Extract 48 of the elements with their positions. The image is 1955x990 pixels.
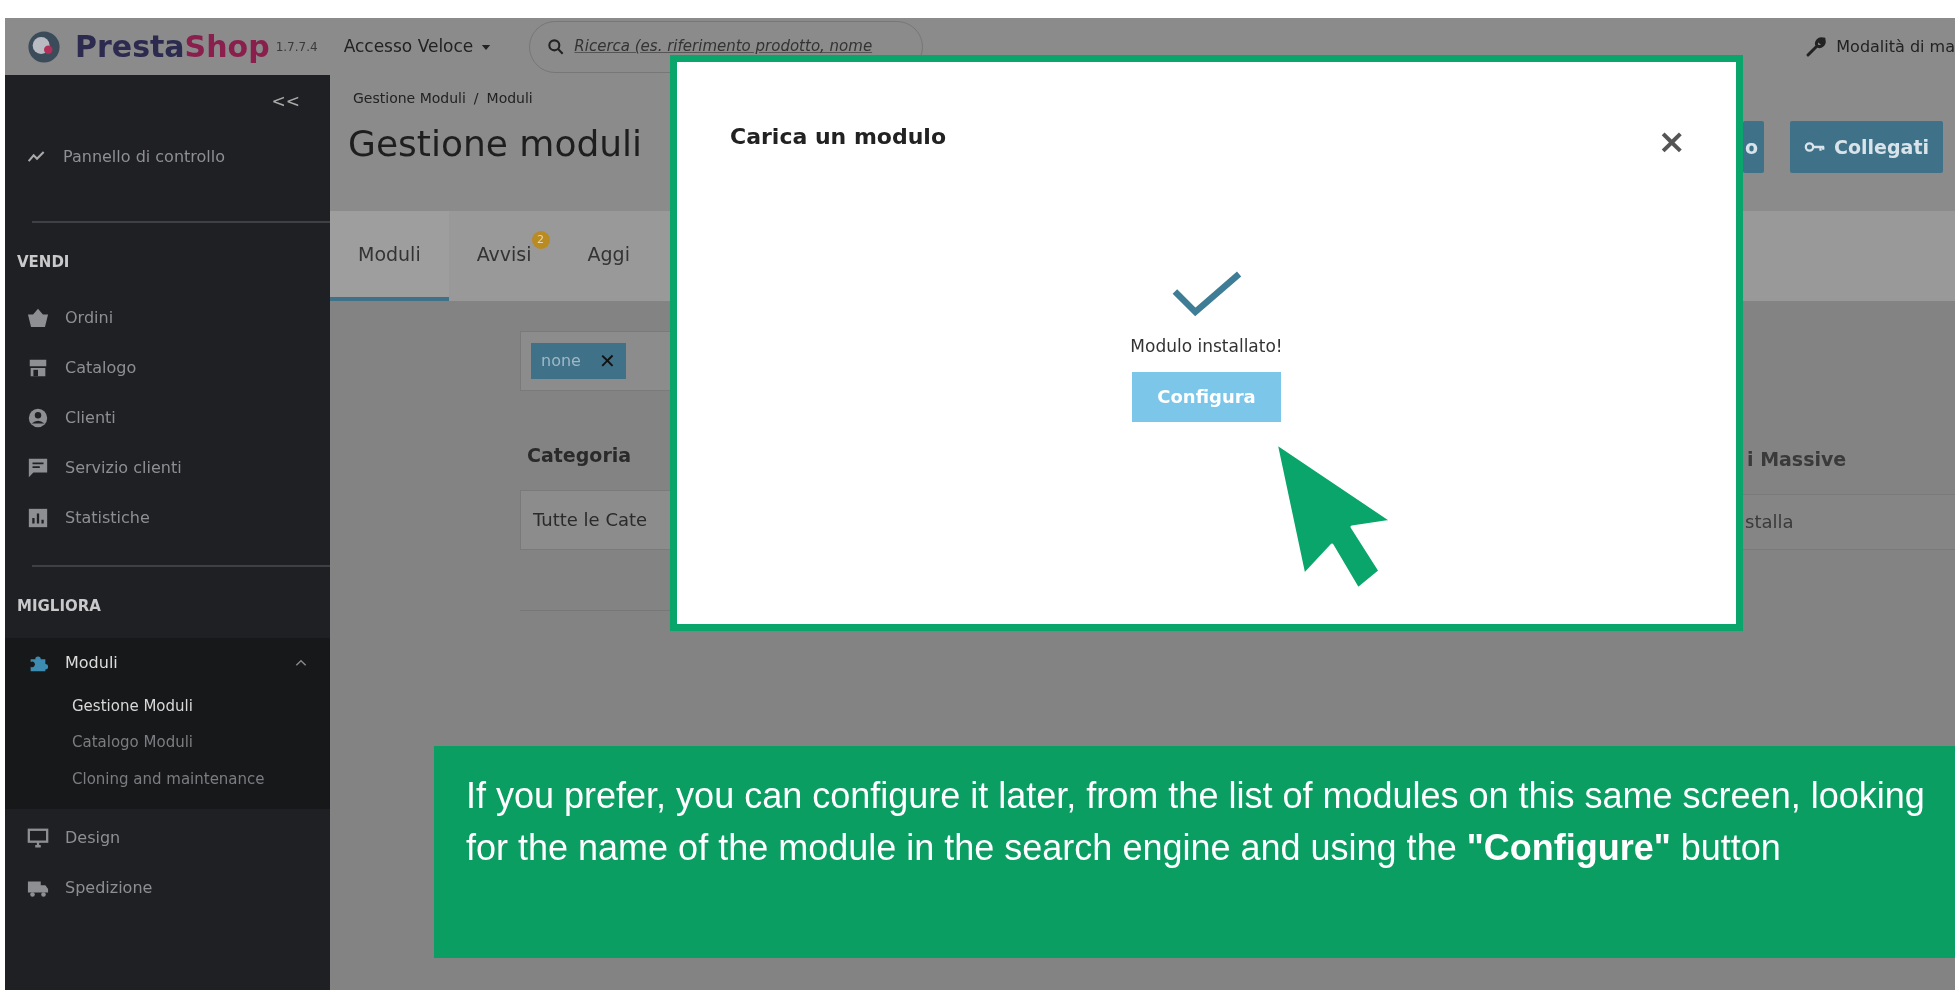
version-text: 1.7.7.4 (275, 38, 318, 56)
quick-access-dropdown[interactable]: Accesso Veloce (343, 33, 492, 60)
submenu-item[interactable]: Gestione Moduli (5, 687, 330, 724)
header-button[interactable]: o (1743, 121, 1765, 173)
sidebar-item[interactable]: Catalogo (65, 356, 137, 380)
bulk-action-select[interactable]: stalla (1743, 493, 1955, 550)
section-heading: MIGLIORA (16, 596, 102, 617)
tab[interactable]: Aggi (559, 211, 658, 301)
sidebar-item[interactable]: Servizio clienti (65, 456, 182, 480)
sidebar-item[interactable]: Moduli (65, 650, 118, 675)
success-message: Modulo installato! (1130, 335, 1283, 358)
sidebar-item[interactable]: Statistiche (65, 506, 150, 530)
breadcrumb-link[interactable]: Gestione Moduli (353, 88, 466, 109)
field-label: Categoria (527, 443, 633, 468)
user-circle-icon (27, 407, 49, 429)
modal-title: Carica un modulo (730, 124, 946, 151)
submenu-item[interactable]: Catalogo Moduli (5, 724, 330, 761)
filter-chip[interactable]: none ✕ (531, 343, 626, 379)
sidebar-item[interactable]: Spedizione (65, 876, 153, 900)
close-button[interactable]: × (1657, 124, 1686, 158)
wrench-icon (1804, 34, 1829, 59)
basket-icon (27, 307, 49, 329)
sidebar-item[interactable]: Clienti (65, 406, 116, 430)
sidebar-item[interactable]: Ordini (65, 306, 114, 330)
logo-text: Shop (184, 28, 270, 66)
section-heading: VENDI (16, 251, 71, 273)
tab[interactable]: Avvisi 2 (448, 211, 560, 301)
caption-text: If you prefer, you can configure it later, from the list of modules on this same screen, looking for the name of the module in the search engine and using the "Configure" button (434, 746, 1955, 958)
submenu-item[interactable]: Cloning and maintenance (5, 760, 330, 797)
notification-badge: 2 (531, 231, 550, 249)
logo-icon (27, 29, 61, 64)
monitor-icon (27, 827, 49, 849)
page-title: Gestione moduli (347, 122, 644, 166)
maintenance-link[interactable]: Modalità di ma (1836, 34, 1955, 59)
header-button[interactable]: Collegati (1790, 121, 1943, 173)
breadcrumb-separator: / (473, 89, 479, 108)
remove-icon[interactable]: ✕ (598, 346, 616, 376)
logo-text: Presta (75, 28, 185, 66)
store-icon (27, 357, 49, 379)
sidebar-item[interactable]: Pannello di controllo (63, 144, 225, 169)
field-label: i Massive (1747, 447, 1848, 472)
collapse-button[interactable]: << (271, 89, 300, 115)
tab[interactable]: Moduli (330, 211, 449, 301)
bar-chart-icon (27, 507, 49, 529)
breadcrumb-link[interactable]: Moduli (486, 88, 533, 109)
chat-bubble-icon (27, 457, 49, 479)
category-select[interactable]: Tutte le Cate (520, 489, 672, 550)
sidebar-item[interactable]: Design (65, 826, 121, 850)
